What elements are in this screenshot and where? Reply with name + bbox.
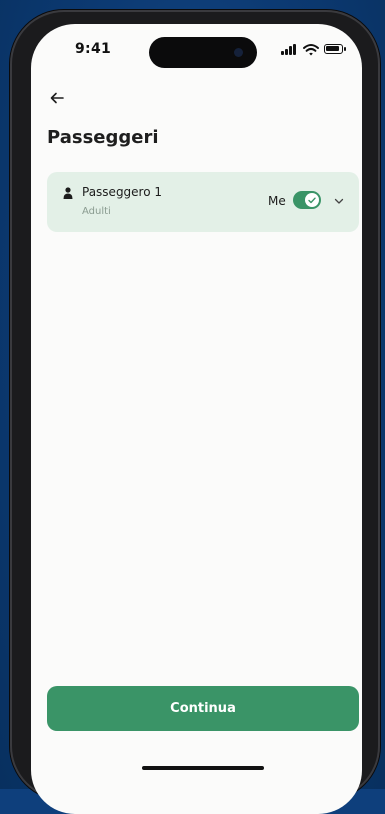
continue-button[interactable]: Continua	[47, 686, 359, 731]
battery-icon	[324, 44, 343, 54]
check-icon	[305, 193, 319, 207]
dynamic-island	[149, 37, 257, 68]
passenger-name: Passeggero 1	[82, 185, 163, 199]
app-screen: 9:41 Passeggeri Passeggero 1 Adulti Me C…	[31, 24, 362, 814]
me-toggle[interactable]	[293, 191, 321, 209]
passenger-type: Adulti	[82, 206, 111, 217]
home-indicator	[142, 766, 264, 770]
arrow-left-icon[interactable]	[47, 88, 67, 108]
page-title: Passeggeri	[47, 127, 159, 148]
me-label: Me	[268, 194, 286, 208]
camera-icon	[234, 48, 243, 57]
wifi-icon	[303, 44, 319, 56]
signal-icon	[281, 43, 299, 57]
status-time: 9:41	[75, 41, 112, 57]
chevron-down-icon[interactable]	[333, 195, 345, 207]
battery-tip	[344, 47, 346, 51]
passenger-card[interactable]: Passeggero 1 Adulti Me	[47, 172, 359, 232]
person-icon	[63, 187, 73, 199]
